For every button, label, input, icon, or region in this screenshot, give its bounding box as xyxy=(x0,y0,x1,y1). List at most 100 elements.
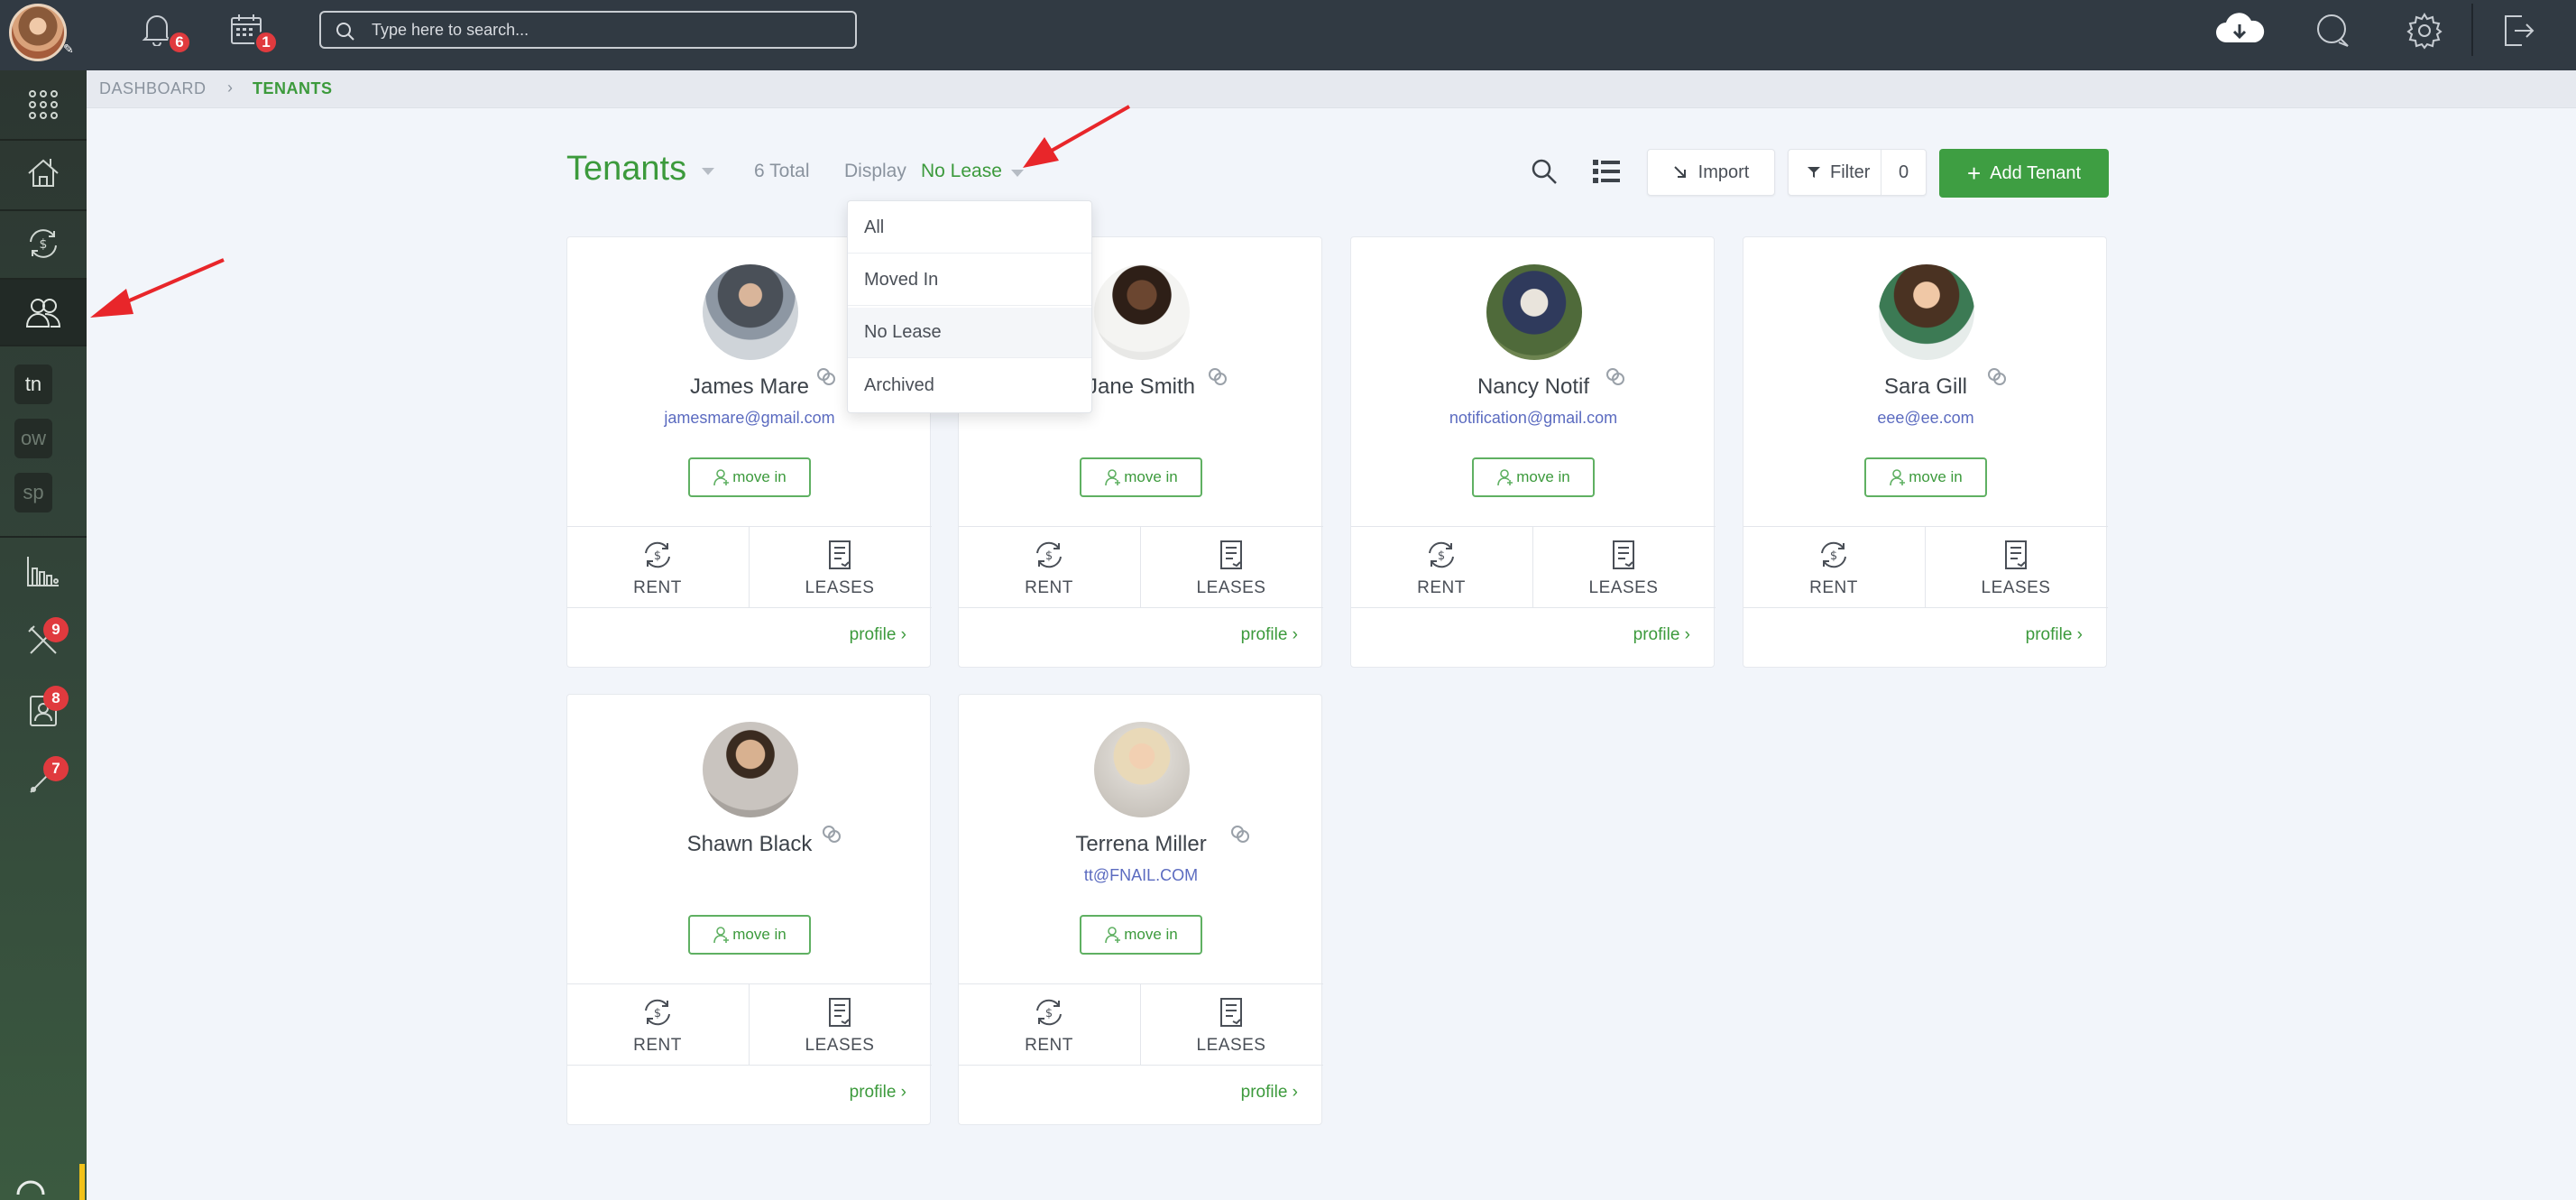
leases-button[interactable]: LEASES xyxy=(1533,539,1714,602)
pin-icon[interactable]: ✎ xyxy=(63,42,74,57)
rent-button[interactable]: $ RENT xyxy=(567,996,748,1059)
card-divider xyxy=(959,1065,1323,1066)
leases-button[interactable]: LEASES xyxy=(750,539,930,602)
logout-icon[interactable] xyxy=(2500,11,2536,51)
avatar[interactable] xyxy=(9,4,67,61)
page-title[interactable]: Tenants xyxy=(566,150,686,189)
profile-link[interactable]: profile › xyxy=(2026,625,2083,645)
tenant-photo[interactable] xyxy=(703,722,798,817)
annotation-arrow-sidebar xyxy=(90,258,225,318)
svg-text:$: $ xyxy=(1045,1007,1053,1020)
tenants-nav-icon[interactable] xyxy=(0,280,87,345)
dropdown-option-moved-in[interactable]: Moved In xyxy=(848,255,1091,306)
filter-count: 0 xyxy=(1899,162,1909,182)
search-toggle-icon[interactable] xyxy=(1530,157,1559,190)
tenant-email[interactable]: notification@gmail.com xyxy=(1351,409,1716,428)
user-icon xyxy=(713,469,730,486)
sidebar-item-sp[interactable]: sp xyxy=(14,473,52,512)
payments-icon[interactable]: $ xyxy=(0,211,87,276)
sidebar-item-tn[interactable]: tn xyxy=(14,365,52,404)
move-in-button[interactable]: move in xyxy=(1864,457,1987,497)
move-in-button[interactable]: move in xyxy=(1080,457,1202,497)
add-tenant-button[interactable]: + Add Tenant xyxy=(1939,149,2109,198)
rent-label: RENT xyxy=(633,1036,682,1055)
wrench-icon[interactable] xyxy=(0,747,87,812)
link-icon[interactable] xyxy=(815,365,837,387)
maintenance-tools-icon[interactable] xyxy=(0,608,87,673)
tenant-name[interactable]: Shawn Black xyxy=(567,832,932,857)
profile-label: profile xyxy=(1240,1083,1288,1102)
leases-label: LEASES xyxy=(1588,578,1659,597)
leases-button[interactable]: LEASES xyxy=(750,996,930,1059)
user-icon xyxy=(1497,469,1513,486)
leases-button[interactable]: LEASES xyxy=(1141,539,1321,602)
leases-button[interactable]: LEASES xyxy=(1926,539,2106,602)
title-caret-icon[interactable] xyxy=(702,168,714,175)
display-dropdown: All Moved In No Lease Archived xyxy=(847,200,1092,413)
profile-link[interactable]: profile › xyxy=(850,625,906,645)
display-select[interactable]: No Lease xyxy=(921,161,1002,182)
profile-link[interactable]: profile › xyxy=(1633,625,1690,645)
rent-button[interactable]: $ RENT xyxy=(1351,539,1532,602)
move-in-button[interactable]: move in xyxy=(688,457,811,497)
card-divider xyxy=(959,983,1323,984)
chevron-right-icon: › xyxy=(2076,625,2083,644)
import-button[interactable]: Import xyxy=(1647,149,1775,196)
rent-button[interactable]: $ RENT xyxy=(1743,539,1924,602)
card-divider xyxy=(1743,607,2108,608)
support-accent xyxy=(79,1164,85,1200)
search-input[interactable] xyxy=(372,18,841,42)
move-in-label: move in xyxy=(1124,926,1178,943)
leases-button[interactable]: LEASES xyxy=(1141,996,1321,1059)
link-icon[interactable] xyxy=(1986,365,2008,387)
tenant-email[interactable]: eee@ee.com xyxy=(1743,409,2108,428)
dropdown-option-archived[interactable]: Archived xyxy=(848,360,1091,411)
settings-gear-icon[interactable] xyxy=(2405,11,2444,51)
link-icon[interactable] xyxy=(821,823,842,845)
profile-link[interactable]: profile › xyxy=(850,1083,906,1103)
move-in-button[interactable]: move in xyxy=(1472,457,1595,497)
rent-button[interactable]: $ RENT xyxy=(959,996,1139,1059)
leases-label: LEASES xyxy=(1196,1036,1266,1055)
tenant-name[interactable]: Terrena Miller xyxy=(959,832,1323,857)
tenant-card: Terrena Miller tt@FNAIL.COM move in $ RE… xyxy=(958,694,1323,1125)
tenant-name[interactable]: Nancy Notif xyxy=(1351,374,1716,400)
tenant-photo[interactable] xyxy=(1094,722,1190,817)
tenant-photo[interactable] xyxy=(1879,264,1974,360)
list-view-icon[interactable] xyxy=(1593,159,1620,189)
move-in-button[interactable]: move in xyxy=(688,915,811,955)
sidebar-item-ow[interactable]: ow xyxy=(14,419,52,458)
tenant-photo[interactable] xyxy=(1486,264,1582,360)
profile-link[interactable]: profile › xyxy=(1241,1083,1298,1103)
link-icon[interactable] xyxy=(1605,365,1626,387)
profile-label: profile xyxy=(1633,625,1680,644)
chat-icon[interactable] xyxy=(2313,11,2352,51)
applications-icon[interactable] xyxy=(0,678,87,743)
card-divider xyxy=(567,607,932,608)
properties-icon[interactable] xyxy=(0,141,87,206)
rent-label: RENT xyxy=(1809,578,1858,597)
tenant-name[interactable]: Sara Gill xyxy=(1743,374,2108,400)
tenant-email[interactable]: tt@FNAIL.COM xyxy=(959,866,1323,885)
card-divider xyxy=(959,607,1323,608)
rent-button[interactable]: $ RENT xyxy=(567,539,748,602)
profile-link[interactable]: profile › xyxy=(1241,625,1298,645)
chevron-right-icon: › xyxy=(1684,625,1690,644)
rent-label: RENT xyxy=(1417,578,1466,597)
dropdown-option-all[interactable]: All xyxy=(848,203,1091,254)
cloud-download-icon[interactable] xyxy=(2212,11,2268,47)
tenant-photo[interactable] xyxy=(703,264,798,360)
rent-button[interactable]: $ RENT xyxy=(959,539,1139,602)
reports-chart-icon[interactable] xyxy=(0,540,87,605)
tenant-photo[interactable] xyxy=(1094,264,1190,360)
link-icon[interactable] xyxy=(1229,823,1251,845)
support-headset-icon[interactable] xyxy=(0,1164,87,1200)
link-icon[interactable] xyxy=(1207,365,1228,387)
dropdown-option-no-lease[interactable]: No Lease xyxy=(848,308,1091,358)
search-box[interactable] xyxy=(319,11,857,49)
add-tenant-label: Add Tenant xyxy=(1990,162,2082,183)
apps-grid-icon[interactable] xyxy=(0,72,87,137)
move-in-button[interactable]: move in xyxy=(1080,915,1202,955)
filter-button[interactable]: Filter 0 xyxy=(1788,149,1927,196)
breadcrumb-dashboard[interactable]: DASHBOARD xyxy=(99,79,207,98)
